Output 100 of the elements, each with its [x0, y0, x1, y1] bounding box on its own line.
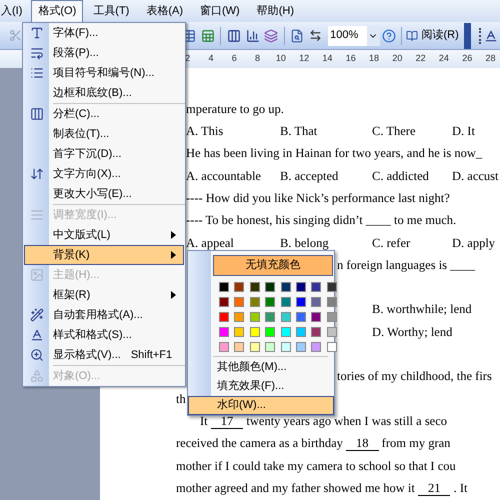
menu-item[interactable]: 显示格式(V)... Shift+F1	[24, 345, 184, 365]
color-swatch[interactable]	[219, 327, 229, 337]
color-swatch[interactable]	[234, 327, 244, 337]
color-swatch[interactable]	[280, 327, 290, 337]
color-swatch[interactable]	[250, 327, 260, 337]
paragraph-icon	[30, 46, 44, 60]
picture-frame-icon	[30, 268, 44, 282]
letter-icon	[30, 26, 44, 40]
color-swatch[interactable]	[250, 297, 260, 307]
ruler-number: 10	[276, 52, 286, 66]
menu-item[interactable]: 中文版式(L)	[24, 225, 184, 245]
color-swatch[interactable]	[296, 297, 306, 307]
color-swatch[interactable]	[250, 312, 260, 322]
color-swatch[interactable]	[234, 282, 244, 292]
color-swatch[interactable]	[234, 297, 244, 307]
text-line: ---- How did you like Nick’s performance last night?	[186, 190, 450, 207]
menu-item[interactable]: 填充效果(F)...	[188, 377, 334, 396]
layers-icon[interactable]	[264, 28, 278, 42]
toolbar-options-handle[interactable]	[464, 22, 472, 48]
spreadsheet-icon[interactable]	[201, 28, 216, 42]
document-search-icon[interactable]	[290, 28, 304, 42]
ruler-number: 6	[232, 52, 237, 66]
menu-bar-item[interactable]: 窗口(W)	[193, 0, 247, 22]
menu-item[interactable]: 分栏(C)...	[24, 104, 184, 124]
text-line: received the camera as a birthday 18 from my gran	[176, 435, 450, 453]
answer-option: D. It	[452, 122, 475, 141]
arrows-icon[interactable]	[309, 29, 322, 42]
text-direction-icon	[30, 167, 44, 181]
zoom-field[interactable]: 100%	[328, 26, 380, 46]
menu-item[interactable]: 制表位(T)...	[24, 124, 184, 144]
answer-option: A. This	[186, 122, 224, 141]
color-swatch[interactable]	[250, 282, 260, 292]
color-swatch[interactable]	[326, 297, 337, 307]
text-line: ---- To be honest, his singing didn’t ____ to me much.	[186, 212, 456, 230]
color-swatch[interactable]	[265, 312, 276, 322]
shapes-icon	[30, 369, 44, 383]
color-swatch[interactable]	[219, 342, 229, 352]
color-swatch[interactable]	[265, 282, 276, 292]
color-swatch[interactable]	[250, 342, 260, 352]
ruler-number: 14	[322, 52, 332, 66]
help-icon[interactable]	[382, 28, 396, 42]
ruler-number: 8	[255, 52, 260, 66]
color-swatch[interactable]	[311, 342, 322, 352]
color-swatch[interactable]	[296, 312, 306, 322]
color-swatch[interactable]	[296, 327, 306, 337]
color-swatch[interactable]	[234, 312, 244, 322]
text-line: B. worthwhile; lend	[372, 301, 472, 318]
color-swatch[interactable]	[265, 342, 276, 352]
color-swatch[interactable]	[311, 297, 322, 307]
color-swatch[interactable]	[296, 342, 306, 352]
color-swatch[interactable]	[280, 297, 290, 307]
menu-bar-item[interactable]: 帮助(H)	[250, 0, 301, 22]
menu-bar-item[interactable]: 格式(O)	[31, 0, 84, 22]
color-swatch[interactable]	[280, 282, 290, 292]
answer-option: C. There	[372, 122, 416, 141]
menu-item[interactable]: 项目符号和编号(N)...	[24, 63, 184, 83]
letter-icon	[30, 328, 44, 342]
no-fill-button[interactable]: 无填充颜色	[213, 254, 333, 276]
color-swatch[interactable]	[280, 342, 290, 352]
menu-bar-item[interactable]: 入(I)	[0, 0, 28, 22]
menu-item[interactable]: 背景(K)	[24, 245, 184, 265]
color-swatch[interactable]	[326, 327, 337, 337]
menu-bar-item[interactable]: 表格(A)	[139, 0, 190, 22]
columns-icon[interactable]	[226, 28, 241, 42]
color-swatch[interactable]	[296, 282, 306, 292]
color-swatch[interactable]	[326, 282, 337, 292]
color-swatch[interactable]	[326, 312, 337, 322]
color-swatch[interactable]	[219, 282, 229, 292]
color-swatch[interactable]	[311, 327, 322, 337]
book-icon	[406, 30, 418, 42]
menu-item[interactable]: 边框和底纹(B)...	[24, 83, 184, 103]
color-swatch[interactable]	[326, 342, 337, 352]
menu-item[interactable]: 更改大小写(E)...	[24, 184, 184, 204]
read-button[interactable]: 阅读(R)	[403, 26, 462, 46]
color-swatch[interactable]	[234, 342, 244, 352]
menu-item[interactable]: 自动套用格式(A)...	[24, 305, 184, 325]
ruler-number: 16	[346, 52, 356, 66]
menu-item[interactable]: 字体(F)...	[24, 23, 184, 43]
submenu-arrow-icon	[171, 231, 176, 239]
menu-item[interactable]: 首字下沉(D)...	[24, 144, 184, 164]
color-swatch[interactable]	[219, 297, 229, 307]
menu-item[interactable]: 其他颜色(M)...	[188, 358, 334, 377]
color-swatch[interactable]	[265, 327, 276, 337]
color-swatch[interactable]	[219, 312, 229, 322]
menu-item[interactable]: 水印(W)...	[188, 396, 334, 415]
scissors-icon[interactable]	[8, 29, 22, 42]
menu-bar-item[interactable]: 工具(T)	[86, 0, 136, 22]
color-swatch[interactable]	[311, 282, 322, 292]
menu-item[interactable]: 样式和格式(S)...	[24, 325, 184, 345]
menu-item[interactable]: 文字方向(X)...	[24, 164, 184, 184]
menu-item[interactable]: 段落(P)...	[24, 43, 184, 63]
wand-icon	[30, 308, 44, 322]
menu-item[interactable]: 框架(R)	[24, 285, 184, 305]
color-swatch[interactable]	[280, 312, 290, 322]
width-icon	[30, 208, 44, 222]
bar-chart-icon[interactable]	[246, 28, 260, 42]
submenu-arrow-icon	[171, 291, 176, 299]
color-swatch[interactable]	[311, 312, 322, 322]
letter-icon[interactable]	[484, 28, 498, 42]
color-swatch[interactable]	[265, 297, 276, 307]
